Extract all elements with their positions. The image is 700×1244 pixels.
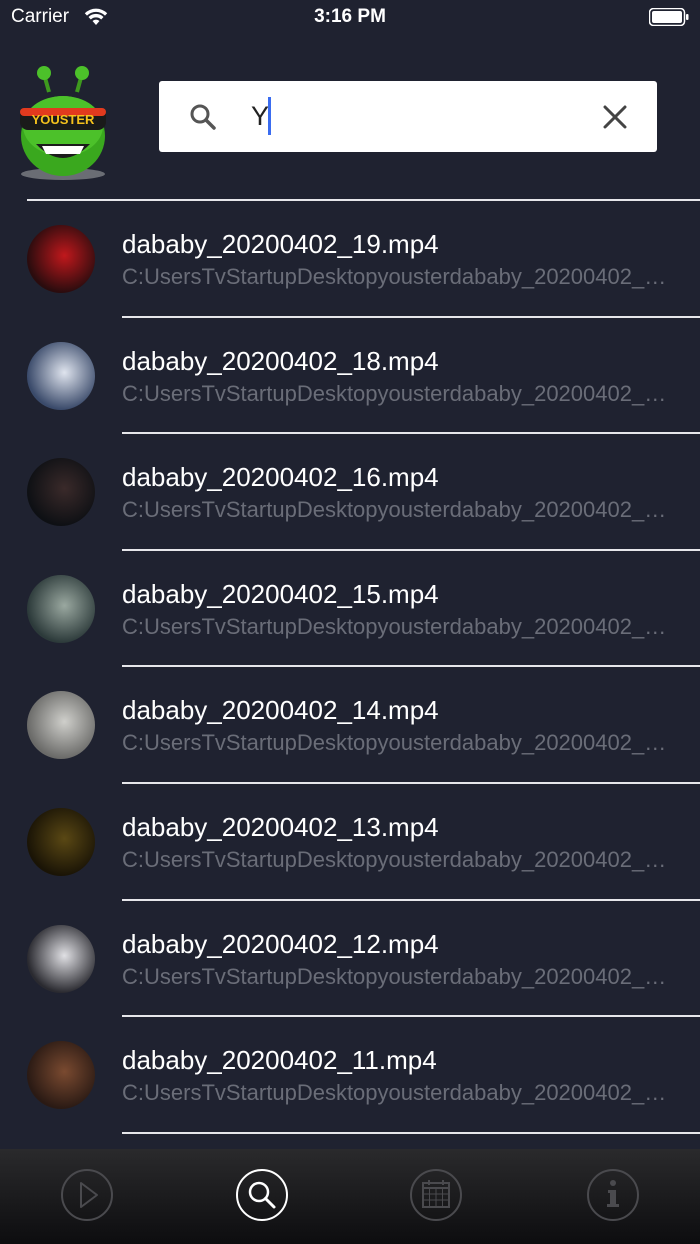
list-item[interactable]: dababy_20200402_16.mp4 C:UsersTvStartupDe… — [0, 434, 700, 551]
search-input[interactable]: Y — [251, 96, 272, 135]
video-title: dababy_20200402_12.mp4 — [122, 928, 439, 959]
list-item[interactable]: dababy_20200402_11.mp4 C:UsersTvStartupDe… — [0, 1017, 700, 1134]
tab-bar — [0, 1149, 700, 1244]
list-item[interactable]: dababy_20200402_15.mp4 C:UsersTvStartupDe… — [0, 551, 700, 668]
battery-icon — [649, 8, 689, 26]
video-title: dababy_20200402_15.mp4 — [122, 578, 439, 609]
video-title: dababy_20200402_18.mp4 — [122, 345, 439, 376]
svg-text:YOUSTER: YOUSTER — [32, 112, 95, 127]
tab-info[interactable] — [585, 1167, 641, 1223]
list-item[interactable]: dababy_20200402_18.mp4 C:UsersTvStartupDe… — [0, 318, 700, 435]
search-icon — [236, 1169, 288, 1221]
video-path: C:UsersTvStartupDesktopyousterdababy_202… — [122, 730, 667, 756]
row-divider — [122, 1131, 700, 1134]
search-bar[interactable]: Y — [159, 81, 657, 152]
video-path: C:UsersTvStartupDesktopyousterdababy_202… — [122, 846, 667, 872]
list-item[interactable]: dababy_20200402_12.mp4 C:UsersTvStartupDe… — [0, 901, 700, 1018]
video-title: dababy_20200402_19.mp4 — [122, 229, 439, 259]
video-thumbnail — [27, 807, 95, 876]
list-item[interactable]: dababy_20200402_19.mp4 C:UsersTvStartupDe… — [0, 201, 700, 318]
tab-search[interactable] — [234, 1167, 290, 1223]
play-icon — [61, 1169, 113, 1221]
video-thumbnail — [27, 691, 95, 760]
clear-search-icon[interactable] — [601, 103, 629, 131]
video-thumbnail — [27, 458, 95, 527]
video-title: dababy_20200402_14.mp4 — [122, 695, 439, 726]
youster-logo: YOUSTER — [20, 66, 106, 180]
video-path: C:UsersTvStartupDesktopyousterdababy_202… — [122, 613, 667, 639]
video-thumbnail — [27, 341, 95, 410]
tab-calendar[interactable] — [408, 1167, 464, 1223]
info-icon — [587, 1169, 639, 1221]
search-results-list: dababy_20200402_19.mp4 C:UsersTvStartupDe… — [0, 201, 700, 1134]
video-thumbnail — [27, 574, 95, 643]
list-item[interactable]: dababy_20200402_13.mp4 C:UsersTvStartupDe… — [0, 784, 700, 901]
status-bar: Carrier 3:16 PM — [0, 0, 700, 36]
tab-play[interactable] — [59, 1167, 115, 1223]
status-time: 3:16 PM — [314, 6, 386, 27]
video-title: dababy_20200402_16.mp4 — [122, 462, 439, 493]
video-title: dababy_20200402_13.mp4 — [122, 811, 439, 842]
video-path: C:UsersTvStartupDesktopyousterdababy_202… — [122, 1080, 667, 1106]
video-path: C:UsersTvStartupDesktopyousterdababy_202… — [122, 963, 667, 989]
search-icon — [190, 104, 216, 130]
video-thumbnail — [27, 225, 95, 293]
calendar-icon — [410, 1169, 462, 1221]
video-path: C:UsersTvStartupDesktopyousterdababy_202… — [122, 497, 667, 523]
video-path: C:UsersTvStartupDesktopyousterdababy_202… — [122, 264, 667, 289]
list-item[interactable]: dababy_20200402_14.mp4 C:UsersTvStartupDe… — [0, 667, 700, 784]
text-caret — [268, 96, 272, 135]
video-thumbnail — [27, 924, 95, 993]
video-thumbnail — [27, 1041, 95, 1110]
video-path: C:UsersTvStartupDesktopyousterdababy_202… — [122, 380, 667, 406]
video-title: dababy_20200402_11.mp4 — [122, 1045, 437, 1076]
